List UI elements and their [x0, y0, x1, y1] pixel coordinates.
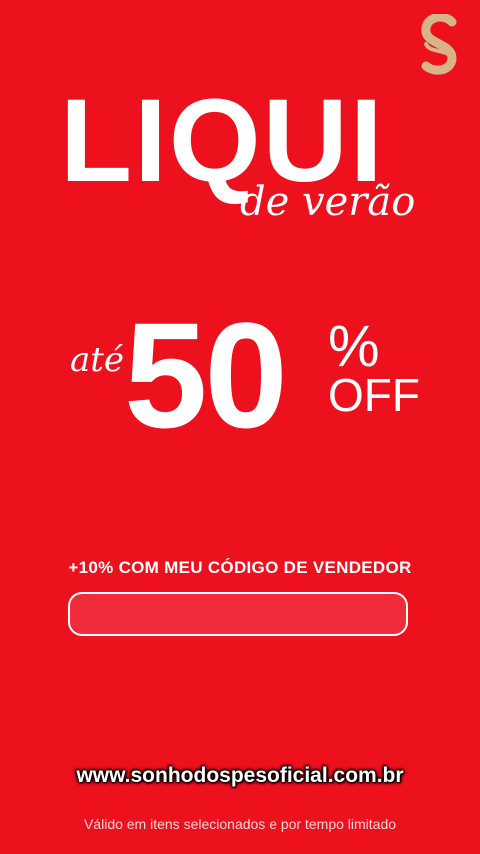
brand-s-logo-icon [418, 12, 460, 84]
discount-percent: % [328, 314, 380, 379]
discount-prefix: até [70, 340, 125, 380]
discount-off: OFF [328, 369, 420, 421]
discount-value: 50 [124, 291, 288, 459]
promo-screen: LIQUI de verão até 50 % OFF +10% COM MEU… [0, 0, 480, 854]
disclaimer-text: Válido em itens selecionados e por tempo… [83, 816, 397, 832]
seller-code-label: +10% COM MEU CÓDIGO DE VENDEDOR [68, 558, 412, 577]
website-link[interactable]: www.sonhodospesoficial.com.br [0, 764, 480, 788]
seller-code-field[interactable] [68, 592, 408, 636]
promo-subtitle: de verão [240, 179, 416, 225]
